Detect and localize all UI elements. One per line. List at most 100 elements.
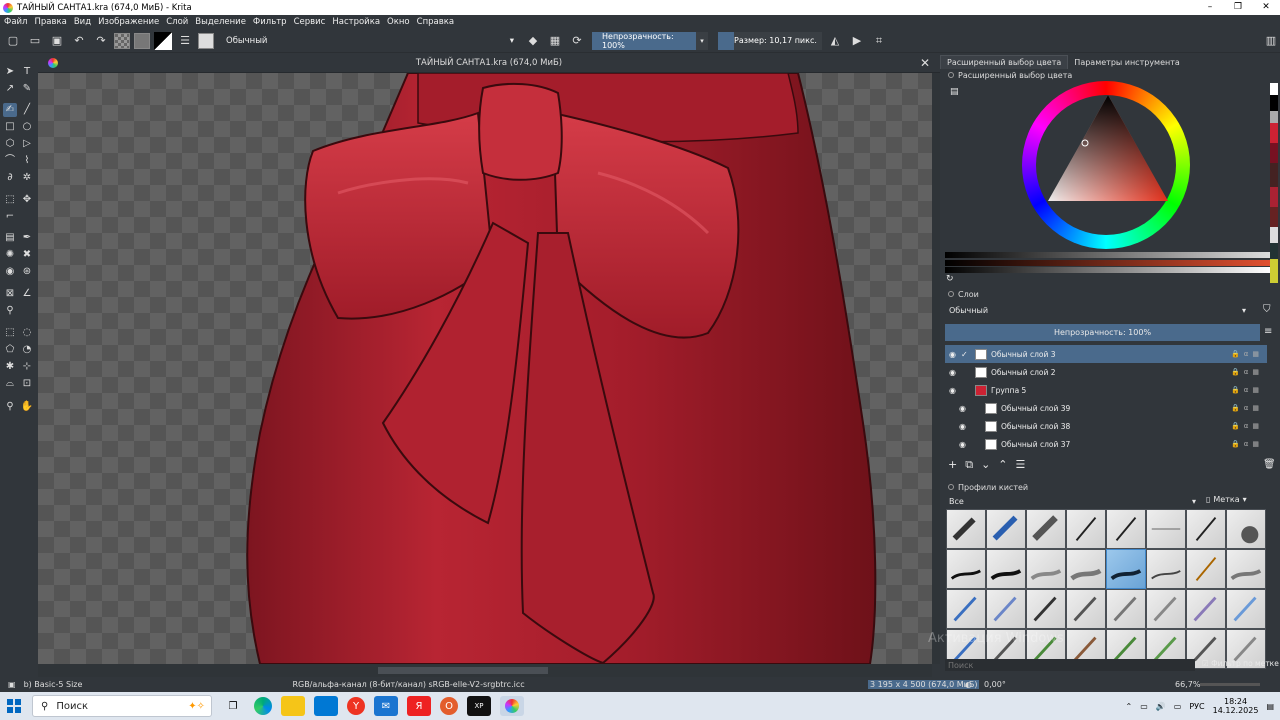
layer-row[interactable]: ◉ Обычный слой 2 🔒α▦ — [945, 363, 1267, 381]
tab-tool-options[interactable]: Параметры инструмента — [1068, 56, 1186, 69]
brush-preset[interactable] — [1026, 549, 1066, 589]
eye-icon[interactable]: ◉ — [959, 440, 971, 449]
brush-preset[interactable] — [1106, 509, 1146, 549]
swatch-column[interactable] — [1270, 83, 1278, 283]
brush-preset[interactable] — [1066, 549, 1106, 589]
ellipse-select-icon[interactable]: ◌ — [20, 326, 34, 340]
duplicate-layer-icon[interactable]: ⧉ — [965, 458, 973, 472]
brush-preset[interactable] — [946, 509, 986, 549]
brush-preset[interactable] — [986, 589, 1026, 629]
assistant-tool-icon[interactable]: ⊠ — [3, 287, 17, 301]
reload-preset-icon[interactable]: ⟳ — [568, 32, 586, 50]
layer-row[interactable]: ◉ Обычный слой 38 🔒α▦ — [945, 417, 1267, 435]
brush-preset-selected[interactable] — [1106, 549, 1146, 589]
close-document-icon[interactable]: ✕ — [920, 56, 930, 70]
contiguous-select-icon[interactable]: ✱ — [3, 360, 17, 374]
brush-settings-icon[interactable]: ☰ — [176, 32, 194, 50]
preserve-alpha-icon[interactable]: ▦ — [546, 32, 564, 50]
magnetic-select-icon[interactable]: ⊡ — [20, 377, 34, 391]
gradient-tool-icon[interactable]: ▤ — [3, 231, 17, 245]
enclose-fill-icon[interactable]: ⊛ — [20, 265, 34, 279]
save-icon[interactable]: ▣ — [48, 32, 66, 50]
brush-preset[interactable] — [1066, 589, 1106, 629]
refresh-icon[interactable]: ↻ — [946, 274, 954, 284]
edit-shapes-icon[interactable]: ↗ — [3, 82, 17, 96]
filter-by-tag-checkbox[interactable]: ☑ Фильтр по метке — [1202, 659, 1279, 668]
pattern-swatch[interactable] — [114, 32, 130, 49]
measure-tool-icon[interactable]: ∠ — [20, 287, 34, 301]
smart-patch-icon[interactable]: ✖ — [20, 248, 34, 262]
dynamic-brush-icon[interactable]: ∂ — [3, 171, 17, 185]
zoom-slider[interactable] — [1200, 683, 1260, 686]
add-layer-icon[interactable]: + — [948, 458, 957, 472]
brush-preset[interactable] — [1146, 589, 1186, 629]
store-icon[interactable] — [314, 696, 338, 716]
brush-tag-select[interactable]: Все ▾ — [945, 495, 1200, 507]
layer-row[interactable]: ◉ Группа 5 🔒α▦ — [945, 381, 1267, 399]
crop-tool-icon[interactable]: ⌐ — [3, 210, 17, 224]
color-picker-icon[interactable]: ✒ — [20, 231, 34, 245]
yandex-icon[interactable]: Я — [407, 696, 431, 716]
layer-flags-icon[interactable]: 🔒α▦ — [1231, 422, 1263, 430]
eye-icon[interactable]: ◉ — [949, 368, 961, 377]
filter-icon[interactable]: ⛉ — [1263, 304, 1271, 315]
menu-layer[interactable]: Слой — [166, 17, 188, 27]
edge-icon[interactable] — [254, 697, 272, 715]
tag-button[interactable]: ▯ Метка ▾ — [1206, 495, 1247, 504]
freehand-select-icon[interactable]: ◔ — [20, 343, 34, 357]
polyline-tool-icon[interactable]: ▷ — [20, 137, 34, 151]
menu-window[interactable]: Окно — [387, 17, 410, 27]
size-slider[interactable]: Размер: 10,17 пикс. — [718, 31, 822, 50]
fill-tool-icon[interactable]: ◉ — [3, 265, 17, 279]
scrollbar-thumb[interactable] — [378, 667, 548, 674]
freehand-brush-icon[interactable]: ✍ — [3, 103, 17, 117]
brush-preset[interactable] — [1186, 549, 1226, 589]
line-tool-icon[interactable]: ╱ — [20, 103, 34, 117]
zoom-tool-icon[interactable]: ⚲ — [3, 400, 17, 414]
rectangle-tool-icon[interactable]: □ — [3, 120, 17, 134]
brush-preset[interactable] — [1146, 549, 1186, 589]
brushes-float-icon[interactable] — [948, 484, 954, 490]
layers-float-icon[interactable] — [948, 291, 954, 297]
document-tab[interactable]: ТАЙНЫЙ САНТА1.kra (674,0 МиБ) ✕ — [38, 53, 940, 73]
text-tool-icon[interactable]: T — [20, 65, 34, 79]
layer-flags-icon[interactable]: 🔒α▦ — [1231, 386, 1263, 394]
close-button[interactable]: ✕ — [1252, 0, 1280, 15]
eye-icon[interactable]: ◉ — [949, 386, 961, 395]
dock-panels-icon[interactable]: ▥ — [1262, 32, 1280, 50]
file-explorer-icon[interactable] — [281, 696, 305, 716]
gradient-swatch[interactable] — [134, 32, 150, 49]
menu-tools[interactable]: Сервис — [294, 17, 326, 27]
layer-flags-icon[interactable]: 🔒α▦ — [1231, 440, 1263, 448]
brush-preset[interactable] — [946, 549, 986, 589]
fg-bg-color-swatch[interactable] — [154, 31, 172, 50]
layer-blend-select[interactable]: Обычный ▾ — [945, 303, 1250, 317]
brush-preset[interactable] — [946, 589, 986, 629]
brush-preset[interactable] — [986, 549, 1026, 589]
calligraphy-icon[interactable]: ✎ — [20, 82, 34, 96]
transform-tool-icon[interactable]: ⬚ — [3, 193, 17, 207]
eye-icon[interactable]: ◉ — [949, 350, 961, 359]
mirror-vertical-icon[interactable]: ▶ — [848, 32, 866, 50]
move-up-icon[interactable]: ⌃ — [998, 458, 1007, 472]
redo-icon[interactable]: ↷ — [92, 32, 110, 50]
reference-tool-icon[interactable]: ⚲ — [3, 304, 17, 318]
brush-preset[interactable] — [1026, 589, 1066, 629]
layer-flags-icon[interactable]: 🔒α▦ — [1231, 350, 1263, 358]
brush-preset[interactable] — [1226, 509, 1266, 549]
brush-search-input[interactable] — [945, 659, 1195, 671]
brush-preset[interactable] — [1106, 589, 1146, 629]
drawing-canvas[interactable] — [38, 73, 932, 664]
brush-preset[interactable] — [986, 509, 1026, 549]
brush-preset[interactable] — [1226, 549, 1266, 589]
similar-select-icon[interactable]: ⊹ — [20, 360, 34, 374]
multibrush-icon[interactable]: ✲ — [20, 171, 34, 185]
brush-preset[interactable] — [1026, 509, 1066, 549]
horizontal-scrollbar[interactable] — [38, 664, 932, 677]
clock[interactable]: 18:24 14.12.2025 — [1213, 697, 1259, 715]
taskbar-search[interactable]: ⚲ Поиск ✦✧ — [32, 695, 212, 717]
minimize-button[interactable]: – — [1196, 0, 1224, 15]
start-button[interactable] — [0, 692, 28, 720]
brush-preset[interactable] — [1146, 509, 1186, 549]
xp-pen-icon[interactable]: XP — [467, 696, 491, 716]
